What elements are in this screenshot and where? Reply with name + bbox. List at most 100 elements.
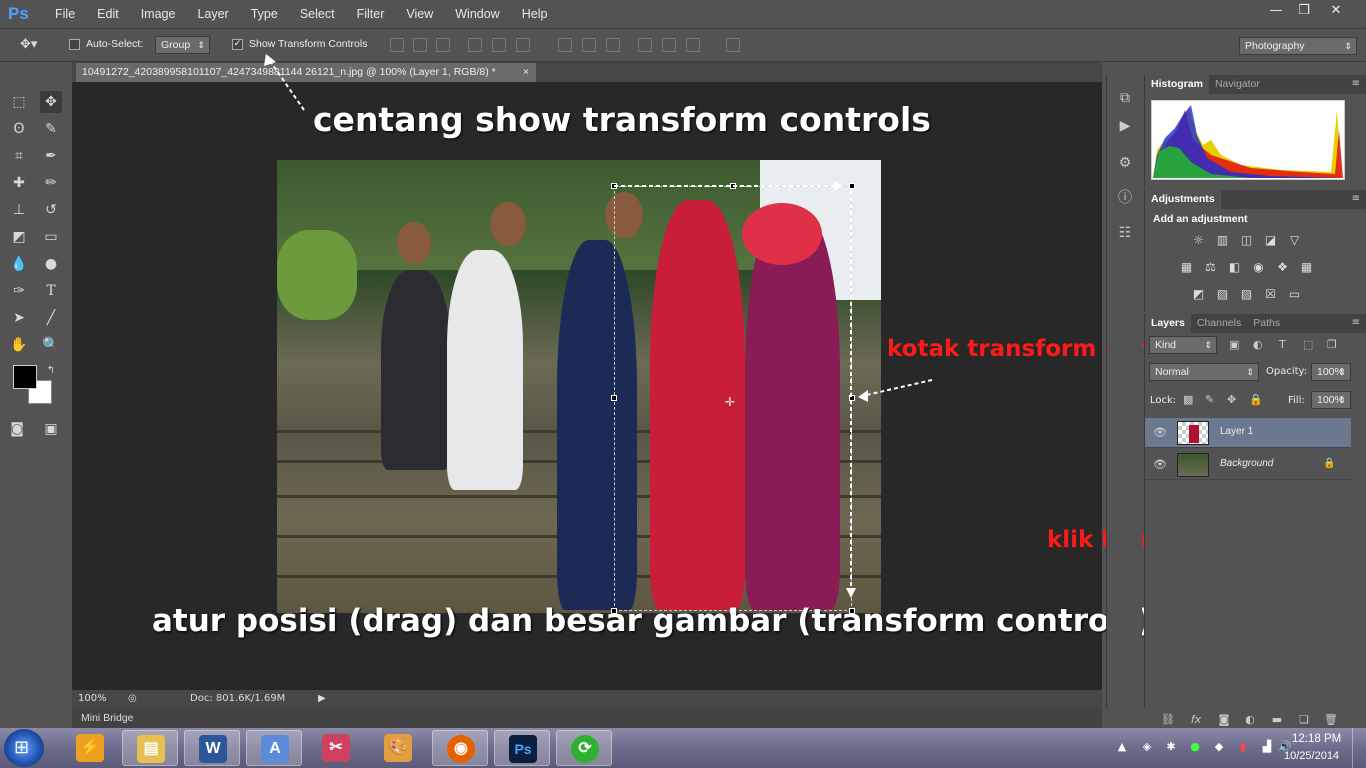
group-dropdown[interactable]: Group: [155, 36, 210, 54]
menu-window[interactable]: Window: [444, 7, 510, 21]
history-panel-icon[interactable]: ⧉: [1115, 90, 1135, 108]
layer-comps-icon[interactable]: ☷: [1115, 225, 1135, 243]
taskbar-app-wordpad[interactable]: A: [246, 730, 302, 766]
clock-date[interactable]: 10/25/2014: [1284, 750, 1339, 762]
quick-mask-icon[interactable]: ◙: [6, 418, 28, 440]
properties-panel-icon[interactable]: ⚙: [1115, 155, 1135, 173]
eraser-tool-icon[interactable]: ◩: [8, 226, 30, 248]
menu-help[interactable]: Help: [511, 7, 559, 21]
menu-layer[interactable]: Layer: [186, 7, 239, 21]
distribute-right-icon[interactable]: [686, 38, 700, 52]
auto-select-checkbox[interactable]: [69, 39, 80, 50]
panel-menu-icon[interactable]: ≡: [1352, 317, 1360, 328]
taskbar-app-paint[interactable]: 🎨: [370, 730, 426, 766]
black-white-icon[interactable]: ◧: [1226, 260, 1243, 275]
taskbar-app-winamp[interactable]: ⚡: [62, 730, 118, 766]
close-button[interactable]: ✕: [1322, 2, 1350, 20]
color-lookup-icon[interactable]: ▦: [1298, 260, 1315, 275]
move-tool-icon[interactable]: ✥▾: [20, 37, 37, 52]
distribute-hcenter-icon[interactable]: [662, 38, 676, 52]
transform-bounding-box[interactable]: ✛: [611, 183, 855, 614]
tray-antivirus-icon[interactable]: ▮: [1236, 740, 1250, 754]
menu-image[interactable]: Image: [130, 7, 187, 21]
align-right-icon[interactable]: [516, 38, 530, 52]
clone-stamp-icon[interactable]: ⊥: [8, 199, 30, 221]
distribute-left-icon[interactable]: [638, 38, 652, 52]
layer-row-layer1[interactable]: 👁 Layer 1: [1145, 418, 1351, 448]
clock-time[interactable]: 12:18 PM: [1292, 733, 1341, 745]
transform-center-icon[interactable]: ✛: [725, 395, 735, 409]
new-layer-icon[interactable]: ❏: [1296, 713, 1312, 727]
layer-name[interactable]: Background: [1220, 458, 1273, 469]
auto-align-icon[interactable]: [726, 38, 740, 52]
taskbar-app-snipping[interactable]: ✂: [308, 730, 364, 766]
align-left-icon[interactable]: [468, 38, 482, 52]
screen-mode-icon[interactable]: ▣: [40, 418, 62, 440]
line-tool-icon[interactable]: ╱: [40, 307, 62, 329]
curves-icon[interactable]: ◫: [1238, 233, 1255, 248]
fill-input[interactable]: 100%: [1311, 391, 1351, 409]
filter-adjustment-icon[interactable]: ◐: [1253, 338, 1263, 351]
minimize-button[interactable]: —: [1262, 2, 1290, 20]
blend-mode-dropdown[interactable]: Normal: [1149, 363, 1259, 381]
menu-edit[interactable]: Edit: [86, 7, 130, 21]
distribute-bottom-icon[interactable]: [606, 38, 620, 52]
lock-transparent-icon[interactable]: ▩: [1183, 393, 1193, 406]
taskbar-app-photoshop[interactable]: Ps: [494, 730, 550, 766]
threshold-icon[interactable]: ▧: [1238, 287, 1255, 302]
transform-handle[interactable]: [611, 183, 617, 189]
opacity-input[interactable]: 100%: [1311, 363, 1351, 381]
show-hidden-icons[interactable]: ▲: [1115, 740, 1129, 754]
brush-tool-icon[interactable]: ✏: [40, 172, 62, 194]
exposure-icon[interactable]: ◪: [1262, 233, 1279, 248]
quick-select-tool-icon[interactable]: ✎: [40, 118, 62, 140]
filter-image-icon[interactable]: ▣: [1229, 338, 1239, 351]
transform-handle[interactable]: [849, 183, 855, 189]
hand-tool-icon[interactable]: ✋: [8, 334, 30, 356]
levels-icon[interactable]: ▥: [1214, 233, 1231, 248]
tab-layers[interactable]: Layers: [1145, 314, 1191, 333]
path-select-icon[interactable]: ➤: [8, 307, 30, 329]
restore-button[interactable]: ❐: [1290, 2, 1318, 20]
document-tab[interactable]: 10491272_420389958101107_4247349881144 2…: [76, 63, 536, 82]
distribute-vcenter-icon[interactable]: [582, 38, 596, 52]
align-vcenter-icon[interactable]: [413, 38, 427, 52]
layer-name[interactable]: Layer 1: [1220, 426, 1253, 437]
tab-navigator[interactable]: Navigator: [1209, 75, 1266, 94]
menu-filter[interactable]: Filter: [346, 7, 396, 21]
taskbar-app-download[interactable]: ⟳: [556, 730, 612, 766]
filter-smart-icon[interactable]: ❐: [1327, 338, 1337, 351]
align-hcenter-icon[interactable]: [492, 38, 506, 52]
tray-status-icon[interactable]: ●: [1188, 740, 1202, 754]
zoom-level[interactable]: 100%: [78, 690, 107, 708]
menu-select[interactable]: Select: [289, 7, 346, 21]
eyedropper-tool-icon[interactable]: ✒: [40, 145, 62, 167]
link-layers-icon[interactable]: ⛓: [1160, 713, 1176, 727]
status-info-icon[interactable]: ◎: [128, 690, 137, 708]
close-tab-icon[interactable]: ×: [523, 63, 529, 82]
lasso-tool-icon[interactable]: ʘ: [8, 118, 30, 140]
vibrance-icon[interactable]: ▽: [1286, 233, 1303, 248]
visibility-eye-icon[interactable]: 👁: [1153, 426, 1167, 439]
tray-network-icon[interactable]: ◆: [1212, 740, 1226, 754]
filter-shape-icon[interactable]: ⬚: [1303, 338, 1313, 351]
taskbar-app-explorer[interactable]: ▤: [122, 730, 178, 766]
start-button[interactable]: ⊞: [4, 729, 44, 767]
lock-all-icon[interactable]: 🔒: [1249, 393, 1263, 406]
workspace-dropdown[interactable]: Photography: [1239, 37, 1357, 55]
new-adjustment-icon[interactable]: ◐: [1242, 713, 1258, 727]
invert-icon[interactable]: ◩: [1190, 287, 1207, 302]
filter-type-icon[interactable]: T: [1279, 338, 1286, 351]
visibility-eye-icon[interactable]: 👁: [1153, 458, 1167, 471]
align-top-icon[interactable]: [390, 38, 404, 52]
healing-brush-icon[interactable]: ✚: [8, 172, 30, 194]
align-bottom-icon[interactable]: [436, 38, 450, 52]
info-panel-icon[interactable]: ⓘ: [1115, 187, 1135, 206]
taskbar-app-firefox[interactable]: ◉: [432, 730, 488, 766]
layer-style-icon[interactable]: fx: [1188, 713, 1204, 727]
zoom-tool-icon[interactable]: 🔍: [40, 334, 62, 356]
add-mask-icon[interactable]: ◙: [1216, 713, 1232, 727]
tray-bluetooth-icon[interactable]: ✱: [1164, 740, 1178, 754]
panel-menu-icon[interactable]: ≡: [1352, 193, 1360, 204]
color-balance-icon[interactable]: ⚖: [1202, 260, 1219, 275]
